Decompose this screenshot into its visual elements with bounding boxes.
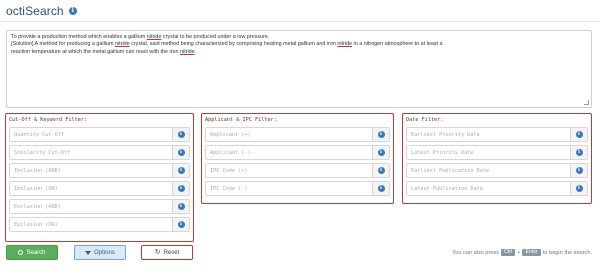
- quantity-cutoff-input[interactable]: [10, 128, 171, 141]
- earliest-priority-date-field[interactable]: i: [406, 127, 588, 142]
- latest-publication-date-field[interactable]: i: [406, 181, 588, 196]
- info-icon: i: [575, 149, 583, 156]
- info-button[interactable]: i: [172, 182, 189, 195]
- info-button[interactable]: i: [172, 164, 189, 177]
- latest-publication-date-input[interactable]: [407, 182, 569, 195]
- info-icon: i: [177, 149, 185, 156]
- inclusion-and-field[interactable]: i: [9, 163, 190, 178]
- header-divider: [0, 21, 600, 22]
- enter-key-badge: Enter: [522, 249, 541, 256]
- info-icon: i: [575, 185, 583, 192]
- query-textarea[interactable]: To provide a production method which ena…: [6, 30, 592, 108]
- exclusion-or-field[interactable]: i: [9, 217, 190, 232]
- ipc-code-plus-field[interactable]: i: [205, 163, 390, 178]
- hint-suffix: to begin the search.: [542, 249, 592, 256]
- info-button[interactable]: i: [570, 128, 587, 141]
- query-line-3: reaction temperature at which the metal …: [11, 48, 197, 55]
- info-button[interactable]: i: [372, 182, 389, 195]
- info-button[interactable]: i: [570, 182, 587, 195]
- panel-title: Date Filter:: [406, 117, 444, 123]
- hint-prefix: You can also press: [452, 249, 500, 256]
- options-button[interactable]: Options: [74, 245, 126, 260]
- earliest-publication-date-input[interactable]: [407, 164, 569, 177]
- info-icon: i: [575, 131, 583, 138]
- info-button[interactable]: i: [172, 218, 189, 231]
- latest-priority-date-field[interactable]: i: [406, 145, 588, 160]
- info-button[interactable]: i: [172, 200, 189, 213]
- ctrl-key-badge: Ctrl: [501, 249, 516, 256]
- info-icon: i: [177, 203, 185, 210]
- applicant-plus-input[interactable]: [206, 128, 371, 141]
- inclusion-and-input[interactable]: [10, 164, 171, 177]
- info-icon: i: [177, 185, 185, 192]
- hint-plus: +: [517, 249, 521, 256]
- info-icon[interactable]: i: [68, 7, 77, 15]
- date-filter-panel: Date Filter: i i i i: [402, 113, 592, 204]
- similarity-cutoff-field[interactable]: i: [9, 145, 190, 160]
- filter-icon: [85, 250, 92, 255]
- info-icon: i: [575, 167, 583, 174]
- app-title: octiSearch: [6, 4, 64, 18]
- query-line-2: [Solution] A method for producing a gall…: [11, 41, 443, 48]
- search-button-label: Search: [26, 249, 46, 256]
- applicant-ipc-panel: Applicant & IPC Filter: i i i i: [201, 113, 394, 204]
- applicant-minus-input[interactable]: [206, 146, 371, 159]
- ipc-code-plus-input[interactable]: [206, 164, 371, 177]
- info-icon: i: [377, 185, 385, 192]
- info-button[interactable]: i: [372, 164, 389, 177]
- options-button-label: Options: [94, 249, 115, 256]
- exclusion-and-field[interactable]: i: [9, 199, 190, 214]
- quantity-cutoff-field[interactable]: i: [9, 127, 190, 142]
- keyboard-hint: You can also press Ctrl + Enter to begin…: [452, 249, 592, 256]
- earliest-publication-date-field[interactable]: i: [406, 163, 588, 178]
- info-icon: i: [377, 131, 385, 138]
- ipc-code-minus-input[interactable]: [206, 182, 371, 195]
- header: octiSearch i: [6, 2, 77, 20]
- info-icon: i: [177, 167, 185, 174]
- ipc-code-minus-field[interactable]: i: [205, 181, 390, 196]
- refresh-icon: ↻: [154, 249, 161, 256]
- inclusion-or-field[interactable]: i: [9, 181, 190, 196]
- applicant-plus-field[interactable]: i: [205, 127, 390, 142]
- query-line-1: To provide a production method which ena…: [11, 34, 270, 40]
- info-icon: i: [377, 149, 385, 156]
- cutoff-keyword-panel: Cut-Off & Keyword Filter: i i i i i i: [5, 113, 194, 242]
- panel-title: Applicant & IPC Filter:: [205, 117, 277, 123]
- reset-button[interactable]: ↻ Reset: [141, 245, 193, 260]
- reset-button-label: Reset: [163, 249, 180, 256]
- exclusion-or-input[interactable]: [10, 218, 171, 231]
- resize-handle-icon[interactable]: [584, 100, 589, 105]
- info-button[interactable]: i: [172, 146, 189, 159]
- search-button[interactable]: Search: [6, 245, 58, 260]
- info-button[interactable]: i: [372, 128, 389, 141]
- inclusion-or-input[interactable]: [10, 182, 171, 195]
- info-icon: i: [177, 131, 185, 138]
- info-button[interactable]: i: [570, 164, 587, 177]
- info-icon: i: [377, 167, 385, 174]
- latest-priority-date-input[interactable]: [407, 146, 569, 159]
- earliest-priority-date-input[interactable]: [407, 128, 569, 141]
- search-icon: [18, 250, 24, 255]
- panel-title: Cut-Off & Keyword Filter:: [9, 117, 88, 123]
- similarity-cutoff-input[interactable]: [10, 146, 171, 159]
- info-button[interactable]: i: [570, 146, 587, 159]
- info-icon: i: [177, 221, 185, 228]
- info-button[interactable]: i: [172, 128, 189, 141]
- info-button[interactable]: i: [372, 146, 389, 159]
- applicant-minus-field[interactable]: i: [205, 145, 390, 160]
- exclusion-and-input[interactable]: [10, 200, 171, 213]
